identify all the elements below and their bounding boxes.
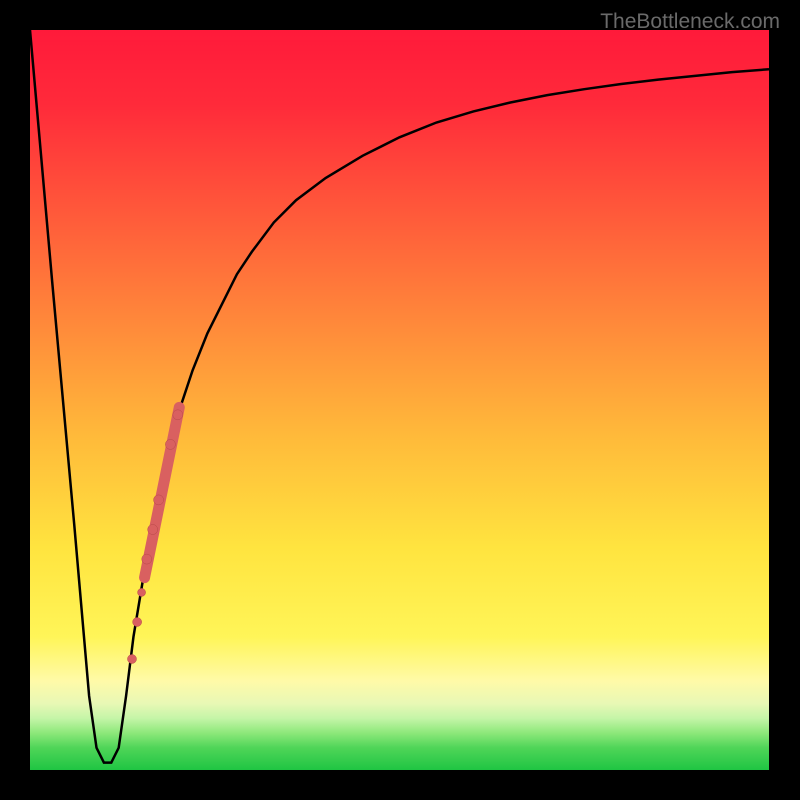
data-marker bbox=[142, 554, 152, 564]
data-marker bbox=[154, 495, 164, 505]
plot-area bbox=[30, 30, 769, 770]
curve-and-markers bbox=[30, 30, 769, 770]
data-marker bbox=[148, 525, 158, 535]
data-marker bbox=[138, 588, 146, 596]
bottleneck-curve bbox=[30, 30, 769, 763]
watermark-text: TheBottleneck.com bbox=[600, 10, 780, 34]
data-marker bbox=[127, 655, 136, 664]
chart-container: TheBottleneck.com bbox=[8, 8, 792, 792]
highlight-segment bbox=[145, 407, 180, 577]
data-marker bbox=[165, 439, 175, 449]
data-marker bbox=[133, 618, 142, 627]
data-marker bbox=[173, 410, 183, 420]
